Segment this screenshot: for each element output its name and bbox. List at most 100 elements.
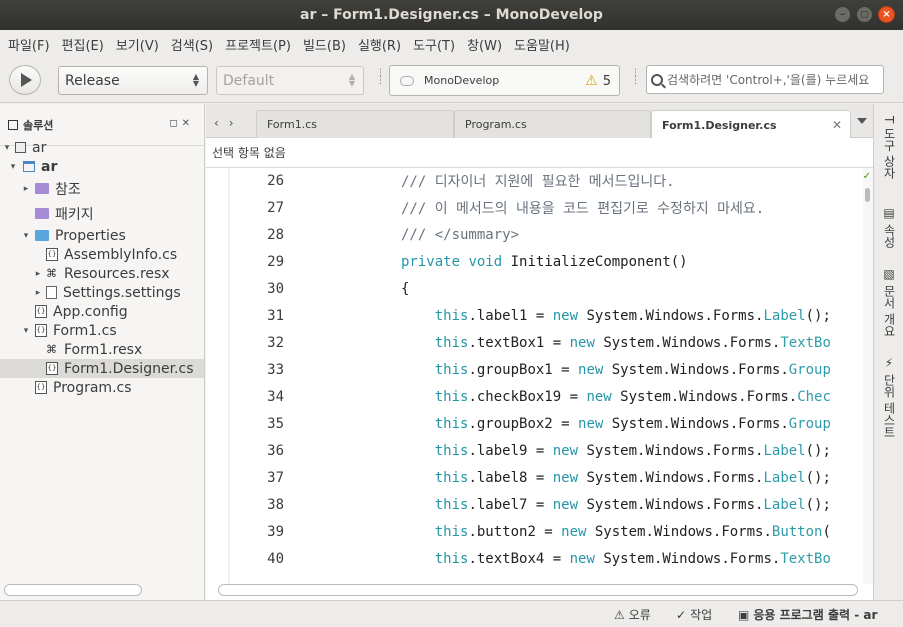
- code-token: System.Windows.Forms.: [578, 496, 764, 513]
- menu-tools[interactable]: 도구(T): [407, 35, 461, 54]
- collapse-icon[interactable]: ▾: [2, 143, 12, 153]
- code-line[interactable]: 36 this.label9 = new System.Windows.Form…: [206, 437, 863, 464]
- editor-area: ‹› Form1.cs Program.cs Form1.Designer.cs…: [206, 104, 873, 600]
- tree-item-program[interactable]: {} Program.cs: [0, 378, 204, 397]
- dock-tab-toolbox[interactable]: T 도구 상자: [881, 116, 898, 179]
- tree-item-settings[interactable]: ▸ Settings.settings: [0, 283, 204, 302]
- menu-search[interactable]: 검색(S): [165, 35, 219, 54]
- tree-item-references[interactable]: ▸ 참조: [0, 179, 204, 198]
- run-button[interactable]: [9, 65, 41, 95]
- code-line[interactable]: 34 this.checkBox19 = new System.Windows.…: [206, 383, 863, 410]
- solution-horizontal-scrollbar[interactable]: [4, 584, 142, 596]
- code-token: System.Windows.Forms.: [603, 361, 789, 378]
- code-line[interactable]: 38 this.label7 = new System.Windows.Form…: [206, 491, 863, 518]
- collapse-icon[interactable]: ▾: [21, 326, 31, 336]
- code-token: this: [434, 307, 469, 324]
- collapse-icon[interactable]: ▾: [8, 162, 18, 172]
- tree-item-solution[interactable]: ▾ ar: [0, 138, 204, 157]
- errors-pad-button[interactable]: ⚠ 오류: [614, 606, 651, 623]
- tasks-pad-button[interactable]: ✓ 작업: [676, 606, 712, 623]
- menu-view[interactable]: 보기(V): [110, 35, 165, 54]
- search-input[interactable]: [667, 72, 877, 87]
- title-bar: ar – Form1.Designer.cs – MonoDevelop – ◻…: [0, 0, 903, 30]
- tree-item-form1[interactable]: ▾ {} Form1.cs: [0, 321, 204, 340]
- code-text: this.textBox4 = new System.Windows.Forms…: [401, 551, 831, 567]
- tree-item-form1-resx[interactable]: ⌘ Form1.resx: [0, 340, 204, 359]
- status-area[interactable]: MonoDevelop ⚠ 5: [389, 65, 620, 96]
- platform-select[interactable]: Default ▲ ▼: [216, 66, 364, 95]
- menu-file[interactable]: 파일(F): [2, 35, 56, 54]
- menu-window[interactable]: 창(W): [461, 35, 508, 54]
- scrollbar-thumb[interactable]: [865, 188, 870, 202]
- tab-form1-cs[interactable]: Form1.cs: [256, 110, 454, 138]
- code-token: .textBox4 =: [468, 550, 570, 567]
- dock-tab-document-outline[interactable]: ▧ 문서 개요: [881, 267, 898, 337]
- close-tab-icon[interactable]: ✕: [832, 118, 842, 132]
- expand-icon[interactable]: ▸: [33, 269, 43, 279]
- tree-item-packages[interactable]: 패키지: [0, 204, 204, 223]
- resource-file-icon: ⌘: [46, 342, 57, 356]
- search-box[interactable]: [646, 65, 884, 94]
- code-line[interactable]: 27 /// 이 메서드의 내용을 코드 편집기로 수정하지 마세요.: [206, 194, 863, 221]
- maximize-button[interactable]: ◻: [856, 6, 873, 23]
- expand-icon[interactable]: ▸: [21, 184, 31, 194]
- expand-icon[interactable]: ▸: [33, 288, 43, 298]
- close-button[interactable]: ×: [878, 6, 895, 23]
- code-line[interactable]: 32 this.textBox1 = new System.Windows.Fo…: [206, 329, 863, 356]
- configuration-select[interactable]: Release ▲ ▼: [58, 66, 208, 95]
- collapse-icon[interactable]: ▾: [21, 231, 31, 241]
- breadcrumb[interactable]: 선택 항목 없음: [206, 138, 873, 168]
- code-token: this: [434, 469, 469, 486]
- tree-item-assemblyinfo[interactable]: {} AssemblyInfo.cs: [0, 245, 204, 264]
- tree-item-project[interactable]: ▾ ar: [0, 157, 204, 176]
- folder-icon: [35, 230, 49, 241]
- tab-form1-designer-cs[interactable]: Form1.Designer.cs ✕: [651, 110, 851, 139]
- code-line[interactable]: 40 this.textBox4 = new System.Windows.Fo…: [206, 545, 863, 572]
- menu-edit[interactable]: 편집(E): [56, 35, 110, 54]
- tab-navigation-arrows[interactable]: ‹›: [214, 116, 244, 130]
- code-line[interactable]: 33 this.groupBox1 = new System.Windows.F…: [206, 356, 863, 383]
- dock-tab-properties[interactable]: ▤ 속성: [881, 206, 898, 248]
- solution-pad-icon: [8, 119, 18, 130]
- menu-run[interactable]: 실행(R): [352, 35, 407, 54]
- document-tab-bar: ‹› Form1.cs Program.cs Form1.Designer.cs…: [206, 104, 873, 139]
- menu-build[interactable]: 빌드(B): [297, 35, 352, 54]
- tab-program-cs[interactable]: Program.cs: [454, 110, 651, 138]
- code-line[interactable]: 26 /// 디자이너 지원에 필요한 메서드입니다.: [206, 168, 863, 194]
- code-line[interactable]: 39 this.button2 = new System.Windows.For…: [206, 518, 863, 545]
- code-line[interactable]: 28 /// </summary>: [206, 221, 863, 248]
- tree-item-app-config[interactable]: {} App.config: [0, 302, 204, 321]
- code-line[interactable]: 31 this.label1 = new System.Windows.Form…: [206, 302, 863, 329]
- tree-item-properties[interactable]: ▾ Properties: [0, 226, 204, 245]
- code-view[interactable]: 26 /// 디자이너 지원에 필요한 메서드입니다. 27 /// 이 메서드의 내…: [206, 168, 863, 584]
- menu-help[interactable]: 도움말(H): [508, 35, 576, 54]
- code-line[interactable]: 29 private void InitializeComponent(): [206, 248, 863, 275]
- tab-list-dropdown-icon[interactable]: [857, 118, 867, 124]
- code-line[interactable]: 30 {: [206, 275, 863, 302]
- window-controls: – ◻ ×: [834, 6, 895, 23]
- tree-item-resources[interactable]: ▸ ⌘ Resources.resx: [0, 264, 204, 283]
- menu-project[interactable]: 프로젝트(P): [219, 35, 297, 54]
- minimize-button[interactable]: –: [834, 6, 851, 23]
- platform-value: Default: [223, 72, 275, 89]
- dock-tab-unit-tests[interactable]: ⚡ 단위 테스트: [881, 356, 898, 438]
- status-text: MonoDevelop: [424, 74, 500, 87]
- code-line[interactable]: 35 this.groupBox2 = new System.Windows.F…: [206, 410, 863, 437]
- toolbox-icon: T: [882, 116, 896, 124]
- code-token: new: [569, 550, 595, 567]
- editor-horizontal-scrollbar[interactable]: [218, 584, 858, 596]
- code-token: this: [434, 334, 469, 351]
- warning-indicator[interactable]: ⚠ 5: [585, 73, 611, 89]
- solution-pad-title: 솔루션: [23, 118, 54, 132]
- tab-label: Program.cs: [465, 118, 527, 131]
- application-output-button[interactable]: ▣ 응용 프로그램 출력 - ar: [738, 606, 877, 623]
- code-line[interactable]: 37 this.label8 = new System.Windows.Form…: [206, 464, 863, 491]
- code-token: System.Windows.Forms.: [603, 415, 789, 432]
- tree-item-form1-designer[interactable]: {} Form1.Designer.cs: [0, 359, 204, 378]
- editor-vertical-scrollbar[interactable]: ✓: [863, 168, 873, 584]
- code-file-icon: {}: [35, 324, 47, 337]
- pad-controls[interactable]: ◻✕: [169, 118, 194, 129]
- code-token: System.Windows.Forms.: [578, 442, 764, 459]
- line-number: 35: [267, 415, 284, 432]
